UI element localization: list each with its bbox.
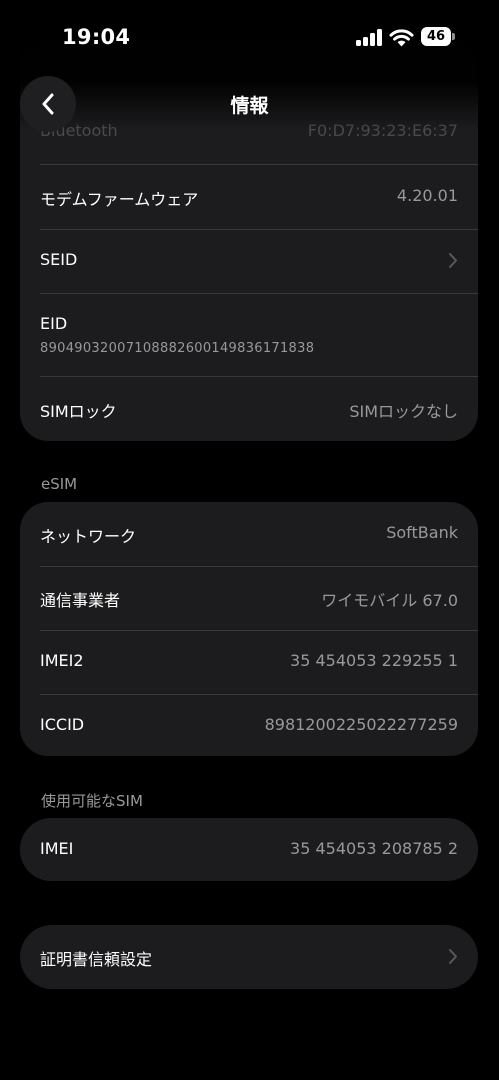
imei-value: 35 454053 208785 2	[290, 839, 458, 858]
sim-lock-label: SIMロック	[40, 402, 117, 421]
network-label: ネットワーク	[40, 527, 137, 546]
certificate-trust-group: 証明書信頼設定	[20, 925, 478, 989]
carrier-value: ワイモバイル 67.0	[321, 591, 458, 610]
network-value: SoftBank	[386, 523, 458, 542]
sim-lock-row: SIMロック SIMロックなし	[40, 377, 478, 441]
imei2-value: 35 454053 229255 1	[290, 651, 458, 670]
imei-row: IMEI 35 454053 208785 2	[40, 818, 478, 881]
eid-value: 89049032007108882600149836171838	[40, 341, 315, 356]
carrier-label: 通信事業者	[40, 591, 121, 610]
network-row: ネットワーク SoftBank	[40, 502, 478, 567]
available-sim-group: IMEI 35 454053 208785 2	[20, 818, 478, 881]
page-title: 情報	[230, 95, 269, 117]
modem-firmware-label: モデムファームウェア	[40, 190, 199, 209]
seid-row[interactable]: SEID	[40, 229, 478, 294]
navigation-bar: 情報	[0, 0, 499, 136]
imei2-label: IMEI2	[40, 651, 84, 670]
modem-firmware-value: 4.20.01	[396, 186, 458, 205]
chevron-right-icon	[449, 253, 457, 268]
iccid-label: ICCID	[40, 715, 85, 734]
certificate-trust-label: 証明書信頼設定	[40, 950, 153, 969]
sim-lock-value: SIMロックなし	[349, 402, 458, 421]
imei2-row: IMEI2 35 454053 229255 1	[40, 630, 478, 695]
certificate-trust-row[interactable]: 証明書信頼設定	[40, 925, 478, 989]
eid-row: EID 89049032007108882600149836171838	[40, 293, 478, 377]
wifi-icon	[389, 29, 414, 47]
chevron-right-icon	[449, 949, 457, 964]
status-bar: 19:04 46	[0, 0, 499, 60]
eid-label: EID	[40, 314, 68, 333]
battery-level: 46	[421, 27, 451, 46]
modem-firmware-row: モデムファームウェア 4.20.01	[40, 165, 478, 230]
iccid-value: 8981200225022277259	[264, 715, 458, 734]
iccid-row: ICCID 8981200225022277259	[40, 694, 478, 756]
carrier-row: 通信事業者 ワイモバイル 67.0	[40, 566, 478, 631]
esim-section-header: eSIM	[41, 475, 78, 493]
status-time: 19:04	[62, 25, 131, 49]
seid-label: SEID	[40, 250, 78, 269]
esim-group: ネットワーク SoftBank 通信事業者 ワイモバイル 67.0 IMEI2 …	[20, 502, 478, 756]
screen: 19:04 46 Bluetooth F0:D7:93:23:E6:37 モデム…	[0, 0, 499, 1080]
battery-icon: 46	[421, 27, 455, 46]
available-sim-section-header: 使用可能なSIM	[41, 792, 143, 810]
imei-label: IMEI	[40, 839, 74, 858]
cellular-signal-icon	[356, 29, 383, 46]
